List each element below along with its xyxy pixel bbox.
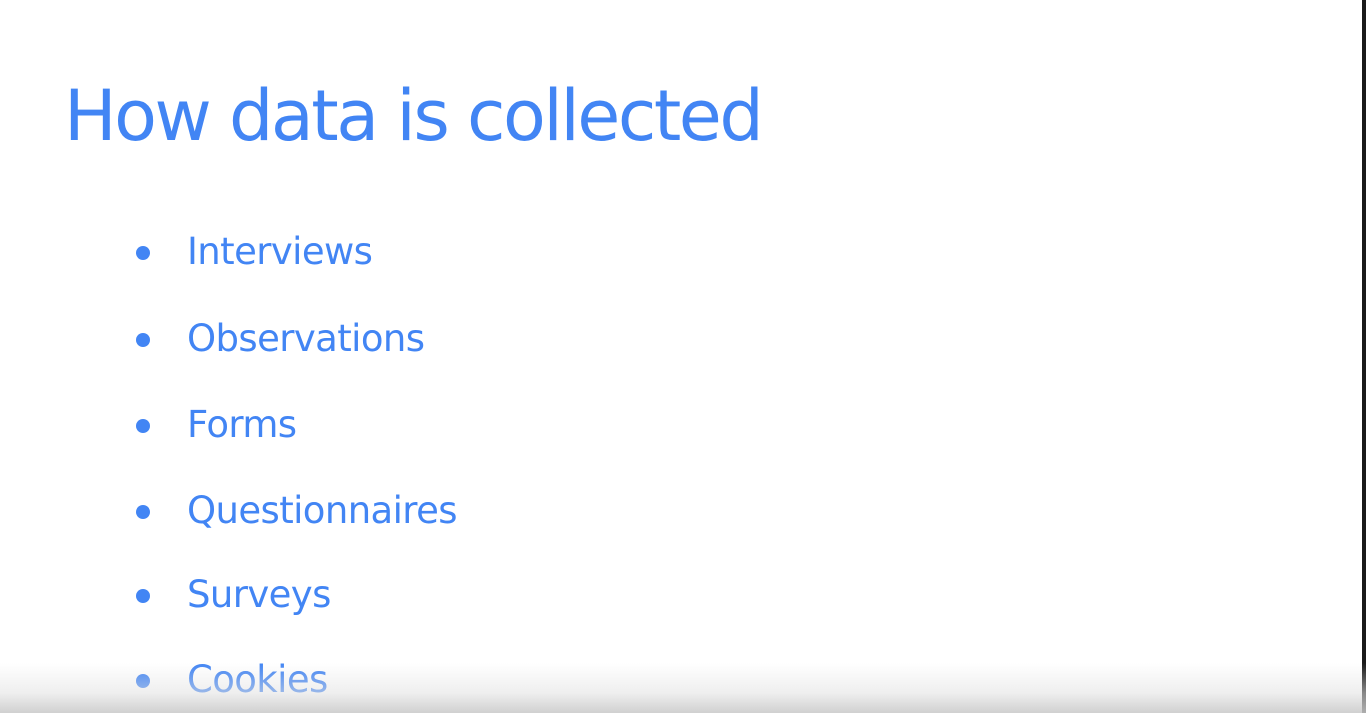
bullet-dot-icon xyxy=(136,589,150,603)
bullet-text: Surveys xyxy=(187,573,331,616)
bullet-text: Interviews xyxy=(187,230,373,273)
bullet-item: Cookies xyxy=(136,656,836,704)
slide: How data is collected Interviews Observa… xyxy=(0,0,1366,713)
right-edge-border xyxy=(1362,0,1366,713)
bullet-dot-icon xyxy=(136,505,150,519)
bullet-text: Questionnaires xyxy=(187,489,458,532)
bullet-item: Observations xyxy=(136,315,836,363)
bullet-text: Cookies xyxy=(187,658,328,701)
bullet-dot-icon xyxy=(136,246,150,260)
slide-title: How data is collected xyxy=(64,75,764,157)
bullet-item: Interviews xyxy=(136,228,836,276)
bullet-text: Forms xyxy=(187,403,297,446)
bullet-item: Questionnaires xyxy=(136,487,836,535)
bullet-item: Surveys xyxy=(136,571,836,619)
bullet-dot-icon xyxy=(136,419,150,433)
bullet-dot-icon xyxy=(136,333,150,347)
bullet-dot-icon xyxy=(136,674,150,688)
bullet-item: Forms xyxy=(136,401,836,449)
bullet-text: Observations xyxy=(187,317,425,360)
